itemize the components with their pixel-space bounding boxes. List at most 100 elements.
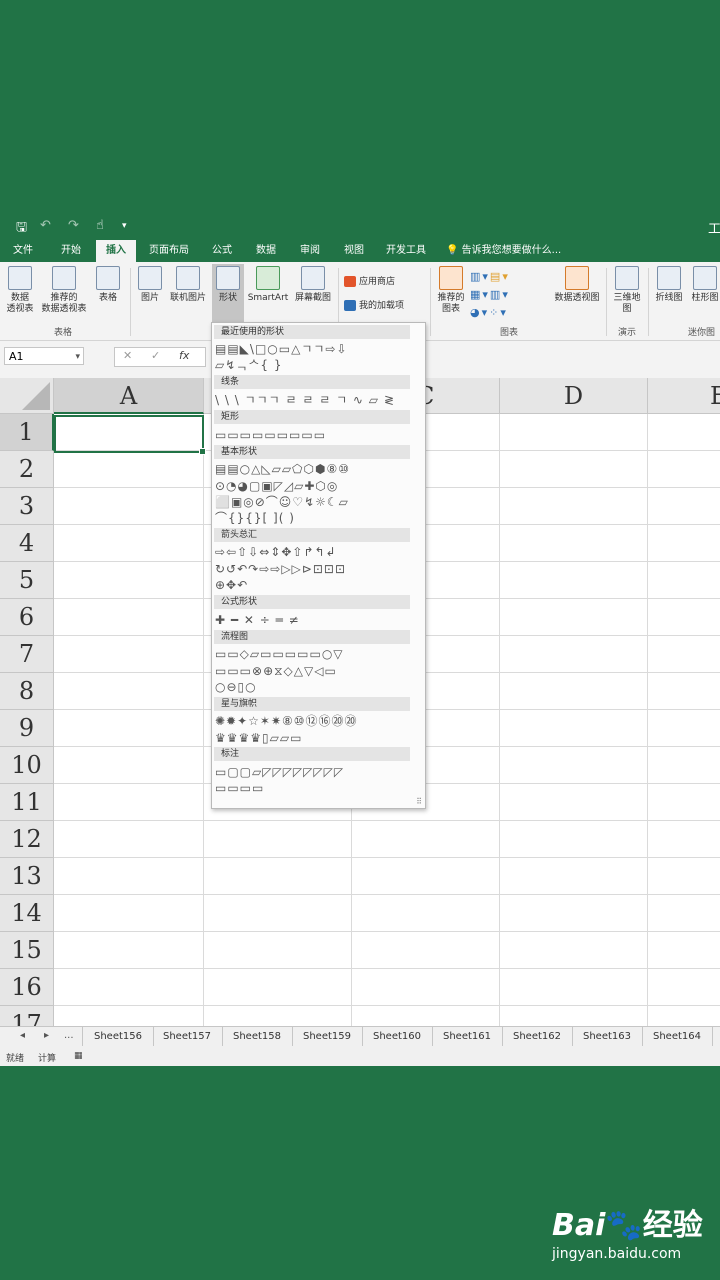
tab-view[interactable]: 视图 xyxy=(336,240,372,262)
recommended-charts-button[interactable]: 推荐的 图表 xyxy=(434,266,468,315)
sparkline-line-button[interactable]: 折线图 xyxy=(652,266,686,304)
shapes-button[interactable]: 形状 xyxy=(212,264,244,322)
online-pictures-button[interactable]: 联机图片 xyxy=(166,266,210,304)
column-header-e[interactable]: E xyxy=(648,378,720,414)
smartart-button[interactable]: SmartArt xyxy=(246,266,290,304)
tab-file[interactable]: 文件 xyxy=(4,240,42,262)
tab-home[interactable]: 开始 xyxy=(52,240,90,262)
shape-row[interactable]: ⊙◔◕▢▣◸◿▱✚⬡◎ xyxy=(215,478,421,494)
next-sheet-icon[interactable]: ▸ xyxy=(44,1030,49,1041)
row-header[interactable]: 3 xyxy=(0,488,54,525)
3d-map-button[interactable]: 三维地 图 xyxy=(610,266,644,315)
row-header[interactable]: 2 xyxy=(0,451,54,488)
tell-me-search[interactable]: 💡 告诉我您想要做什么... xyxy=(446,240,576,262)
row-header[interactable]: 16 xyxy=(0,969,54,1006)
sheet-tab[interactable]: Sheet163 xyxy=(572,1027,643,1046)
macro-record-icon[interactable]: ▦ xyxy=(74,1051,83,1061)
insert-function-icon[interactable]: fx xyxy=(179,349,189,362)
shape-row[interactable]: ✚ ━ ✕ ÷ ═ ≠ xyxy=(215,612,421,628)
shape-row[interactable]: ▱↯ᆨᄉ{ } xyxy=(215,357,421,373)
cancel-icon[interactable]: ✕ xyxy=(123,349,132,362)
pivottable-button[interactable]: 数据 透视表 xyxy=(4,266,36,315)
enter-icon[interactable]: ✓ xyxy=(151,349,160,362)
shape-row[interactable]: ⊕✥↶ xyxy=(215,577,421,593)
touch-mode-icon[interactable]: ☝ xyxy=(96,218,104,233)
bar-chart-icon[interactable]: ▤▾ xyxy=(490,270,510,283)
shape-row[interactable]: ✺✹✦☆✶✷⑧⑩⑫⑯⑳⑳ xyxy=(215,713,421,729)
tab-developer[interactable]: 开发工具 xyxy=(380,240,432,262)
sheet-tab[interactable]: Sheet159 xyxy=(292,1027,363,1046)
my-addins-button[interactable]: 我的加载项 xyxy=(344,298,404,311)
row-header[interactable]: 12 xyxy=(0,821,54,858)
prev-sheet-icon[interactable]: ◂ xyxy=(20,1030,25,1041)
tab-data[interactable]: 数据 xyxy=(248,240,284,262)
row-header[interactable]: 11 xyxy=(0,784,54,821)
screenshot-button[interactable]: 屏幕截图 xyxy=(292,266,334,304)
sheet-tab[interactable]: Sheet157 xyxy=(152,1027,223,1046)
tab-page-layout[interactable]: 页面布局 xyxy=(142,240,196,262)
row-header[interactable]: 9 xyxy=(0,710,54,747)
table-button[interactable]: 表格 xyxy=(94,266,122,304)
shape-row[interactable]: ▭▭◇▱▭▭▭▭▭○▽ xyxy=(215,646,421,662)
row-header[interactable]: 10 xyxy=(0,747,54,784)
row-header[interactable]: 13 xyxy=(0,858,54,895)
scatter-chart-icon[interactable]: ⁘▾ xyxy=(489,306,508,319)
shape-row[interactable]: ▤▤○△◺▱▱⬠⬡⬢⑧⑩ xyxy=(215,461,421,477)
chart-type-gallery[interactable]: ▥▾▤▾ ▦▾▥▾ ◕▾⁘▾ xyxy=(470,268,548,322)
pie-chart-icon[interactable]: ◕▾ xyxy=(470,306,489,319)
shape-row[interactable]: ○⊖▯○ xyxy=(215,679,421,695)
sheet-tab[interactable]: Sheet161 xyxy=(432,1027,503,1046)
group-label-tours: 演示 xyxy=(618,328,637,338)
stat-chart-icon[interactable]: ▥▾ xyxy=(490,288,510,301)
sheet-tab[interactable]: Sheet164 xyxy=(642,1027,713,1046)
more-sheets-button[interactable]: ... xyxy=(64,1030,74,1041)
sheet-tab[interactable]: Sheet160 xyxy=(362,1027,433,1046)
row-header[interactable]: 8 xyxy=(0,673,54,710)
sparkline-column-button[interactable]: 柱形图 xyxy=(688,266,720,304)
recommended-pivottables-button[interactable]: 推荐的 数据透视表 xyxy=(38,266,90,315)
shape-row[interactable]: \ \ \ ㄱㄱㄱ ㄹ ㄹ ㄹ ㄱ ∿ ▱ ≷ xyxy=(215,392,421,408)
row-header[interactable]: 4 xyxy=(0,525,54,562)
column-header-a[interactable]: A xyxy=(54,378,204,414)
active-cell-a1[interactable] xyxy=(54,415,206,455)
row-header[interactable]: 7 xyxy=(0,636,54,673)
redo-icon[interactable]: ↷ xyxy=(68,218,79,233)
row-header[interactable]: 5 xyxy=(0,562,54,599)
tab-review[interactable]: 审阅 xyxy=(292,240,328,262)
shape-row[interactable]: ⬜▣◎⊘⌒☺♡↯☼☾▱ xyxy=(215,494,421,510)
tab-insert[interactable]: 插入 xyxy=(96,240,136,262)
hierarchy-chart-icon[interactable]: ▦▾ xyxy=(470,288,490,301)
shape-row[interactable]: ⌒{}{}[ ]( ) xyxy=(215,510,421,526)
shape-row[interactable]: ♛♛♛♛▯▱▱▭ xyxy=(215,730,421,746)
name-box[interactable]: A1 xyxy=(4,347,84,366)
shape-row[interactable]: ▭▭▭▭▭▭▭▭▭ xyxy=(215,427,421,443)
pictures-button[interactable]: 图片 xyxy=(136,266,164,304)
shape-row[interactable]: ▭▭▭⊗⊕⧖◇△▽◁▭ xyxy=(215,663,421,679)
customize-qat-icon[interactable]: ▾ xyxy=(122,221,127,231)
shape-row[interactable]: ▭▭▭▭ xyxy=(215,780,421,796)
row-header[interactable]: 1 xyxy=(0,414,54,451)
row-header[interactable]: 17 xyxy=(0,1006,54,1026)
shape-row[interactable]: ▤▤◣\□○▭△ㄱㄱ⇨⇩ xyxy=(215,341,421,357)
shape-row[interactable]: ⇨⇦⇧⇩⇔⇕✥⇧↱↰↲ xyxy=(215,544,421,560)
select-all-corner[interactable] xyxy=(0,378,54,414)
status-calculate[interactable]: 计算 xyxy=(38,1051,56,1064)
sheet-tab[interactable]: Sheet162 xyxy=(502,1027,573,1046)
sheet-tab[interactable]: Sheet158 xyxy=(222,1027,293,1046)
sheet-tab[interactable]: Sheet156 xyxy=(82,1027,154,1046)
shape-row[interactable]: ↻↺↶↷⇨⇨▷▷⊳⊡⊡⊡ xyxy=(215,561,421,577)
gridline xyxy=(54,931,720,932)
row-header[interactable]: 6 xyxy=(0,599,54,636)
save-icon[interactable]: 🖫 xyxy=(16,218,27,240)
table-icon xyxy=(96,266,120,290)
tab-formulas[interactable]: 公式 xyxy=(204,240,240,262)
row-header[interactable]: 15 xyxy=(0,932,54,969)
column-header-d[interactable]: D xyxy=(500,378,648,414)
pivotchart-button[interactable]: 数据透视图 xyxy=(550,266,604,304)
shape-row[interactable]: ▭▢▢▱◸◸◸◸◸◸◸◸ xyxy=(215,764,421,780)
store-button[interactable]: 应用商店 xyxy=(344,274,395,287)
column-chart-icon[interactable]: ▥▾ xyxy=(470,270,490,283)
undo-icon[interactable]: ↶ xyxy=(40,218,51,233)
row-header[interactable]: 14 xyxy=(0,895,54,932)
resize-grip-icon[interactable]: ⠿ xyxy=(416,797,422,806)
